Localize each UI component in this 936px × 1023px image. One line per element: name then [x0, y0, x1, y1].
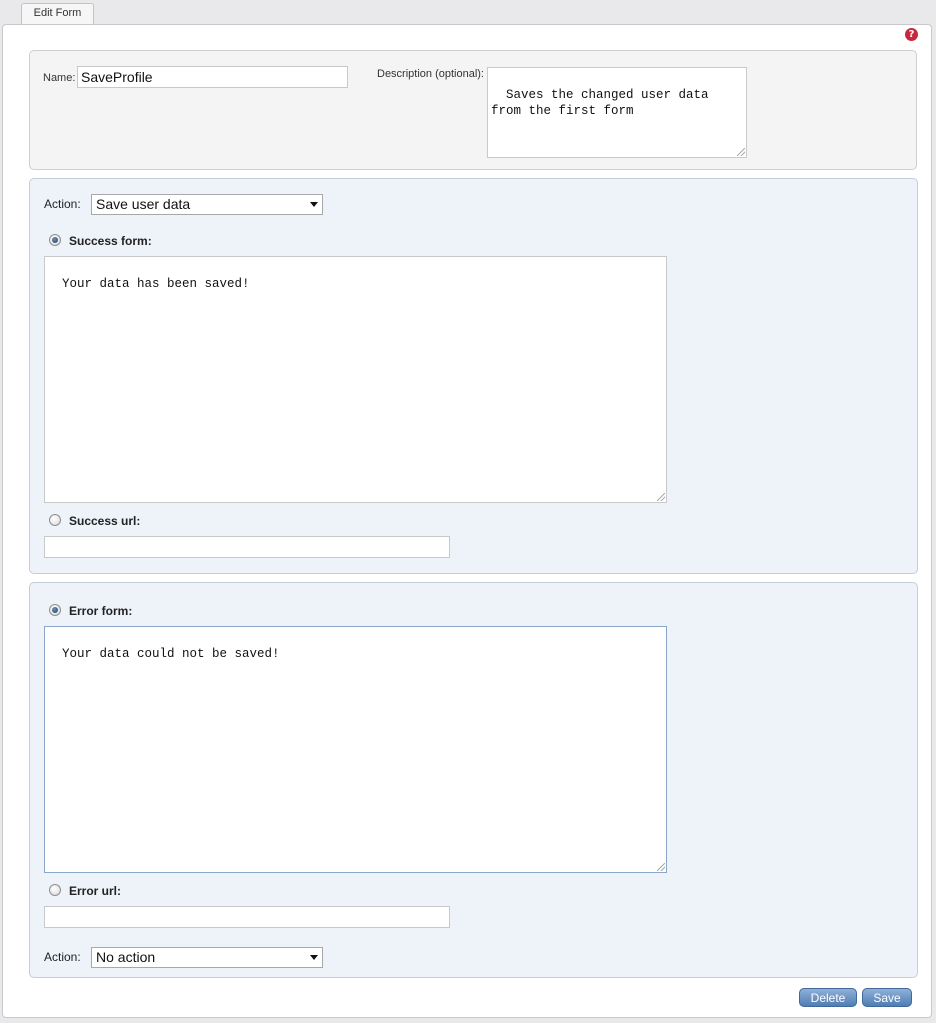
- save-button[interactable]: Save: [862, 988, 912, 1007]
- description-text: Saves the changed user data from the fir…: [491, 88, 709, 118]
- help-icon[interactable]: ?: [905, 28, 918, 41]
- name-input[interactable]: [77, 66, 348, 88]
- chevron-down-icon: [310, 955, 318, 960]
- error-url-label: Error url:: [69, 884, 122, 898]
- success-action-value: Save user data: [96, 196, 191, 212]
- error-form-textarea[interactable]: Your data could not be saved!: [44, 626, 667, 873]
- success-action-select[interactable]: Save user data: [91, 194, 323, 215]
- name-label: Name:: [43, 72, 76, 84]
- success-url-label: Success url:: [69, 514, 141, 528]
- error-url-input[interactable]: [44, 906, 450, 928]
- error-action-value: No action: [96, 949, 156, 965]
- delete-button[interactable]: Delete: [799, 988, 857, 1007]
- error-form-text: Your data could not be saved!: [62, 647, 280, 661]
- success-action-label: Action:: [44, 197, 81, 211]
- resize-grip-icon[interactable]: [657, 493, 665, 501]
- error-action-label: Action:: [44, 950, 81, 964]
- chevron-down-icon: [310, 202, 318, 207]
- tab-edit-form[interactable]: Edit Form: [21, 3, 94, 24]
- resize-grip-icon[interactable]: [737, 148, 745, 156]
- error-form-radio[interactable]: [49, 604, 61, 616]
- error-action-select[interactable]: No action: [91, 947, 323, 968]
- error-url-radio[interactable]: [49, 884, 61, 896]
- description-textarea[interactable]: Saves the changed user data from the fir…: [487, 67, 747, 158]
- success-form-label: Success form:: [69, 234, 152, 248]
- success-form-textarea[interactable]: Your data has been saved!: [44, 256, 667, 503]
- success-form-radio[interactable]: [49, 234, 61, 246]
- success-url-input[interactable]: [44, 536, 450, 558]
- success-form-text: Your data has been saved!: [62, 277, 250, 291]
- tab-strip: [0, 0, 936, 24]
- description-label: Description (optional):: [377, 68, 484, 80]
- success-url-radio[interactable]: [49, 514, 61, 526]
- resize-grip-icon[interactable]: [657, 863, 665, 871]
- error-form-label: Error form:: [69, 604, 133, 618]
